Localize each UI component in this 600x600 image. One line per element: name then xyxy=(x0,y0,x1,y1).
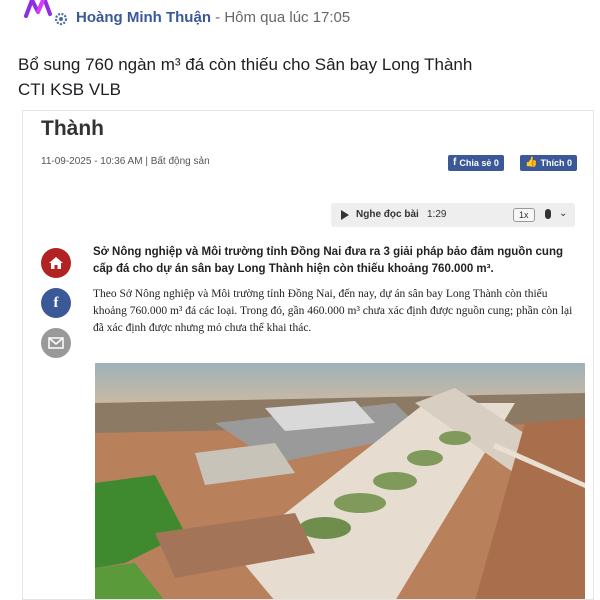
author-line: Hoàng Minh Thuận - Hôm qua lúc 17:05 xyxy=(76,9,350,26)
play-icon[interactable] xyxy=(341,210,349,220)
post-timestamp[interactable]: Hôm qua lúc 17:05 xyxy=(224,9,350,26)
mail-icon[interactable] xyxy=(41,328,71,358)
airport-construction-photo xyxy=(95,363,585,599)
shared-article-screenshot[interactable]: Thành 11-09-2025 - 10:36 AM | Bất động s… xyxy=(22,110,594,600)
audio-label: Nghe đọc bài xyxy=(356,209,419,220)
facebook-icon: f xyxy=(453,157,457,168)
post-text: Bổ sung 760 ngàn m³ đá còn thiếu cho Sân… xyxy=(18,52,578,102)
like-count-label: Thích 0 xyxy=(540,158,572,168)
playback-speed-button[interactable]: 1x xyxy=(513,208,535,222)
article-body-paragraph: Theo Sở Nông nghiệp và Môi trường tỉnh Đ… xyxy=(93,288,573,334)
facebook-post: Hoàng Minh Thuận - Hôm qua lúc 17:05 Bổ … xyxy=(0,0,600,600)
share-count-label: Chia sẻ 0 xyxy=(459,158,499,168)
article-sapo: Sở Nông nghiệp và Môi trường tỉnh Đồng N… xyxy=(93,246,564,275)
article-headline: Thành xyxy=(41,117,104,140)
facebook-share-icon[interactable]: f xyxy=(41,288,71,318)
page-logo-icon[interactable] xyxy=(24,0,54,18)
facebook-share-button[interactable]: f Chia sẻ 0 xyxy=(448,155,504,171)
author-name[interactable]: Hoàng Minh Thuận xyxy=(76,9,211,26)
chevron-down-icon[interactable]: ⌄ xyxy=(559,208,567,219)
author-time-separator: - xyxy=(210,9,225,26)
home-icon[interactable] xyxy=(41,248,71,278)
audio-duration: 1:29 xyxy=(427,209,447,220)
post-text-line-2: CTI KSB VLB xyxy=(18,80,121,99)
facebook-like-button[interactable]: 👍 Thích 0 xyxy=(520,155,577,171)
microphone-icon[interactable] xyxy=(545,209,551,219)
article-meta: 11-09-2025 - 10:36 AM | Bất động sản xyxy=(41,156,210,167)
gear-icon xyxy=(54,12,68,26)
post-header: Hoàng Minh Thuận - Hôm qua lúc 17:05 xyxy=(0,0,600,38)
post-text-line-1: Bổ sung 760 ngàn m³ đá còn thiếu cho Sân… xyxy=(18,55,473,74)
thumbs-up-icon: 👍 xyxy=(525,157,538,168)
audio-player: Nghe đọc bài 1:29 1x ⌄ xyxy=(331,203,575,227)
